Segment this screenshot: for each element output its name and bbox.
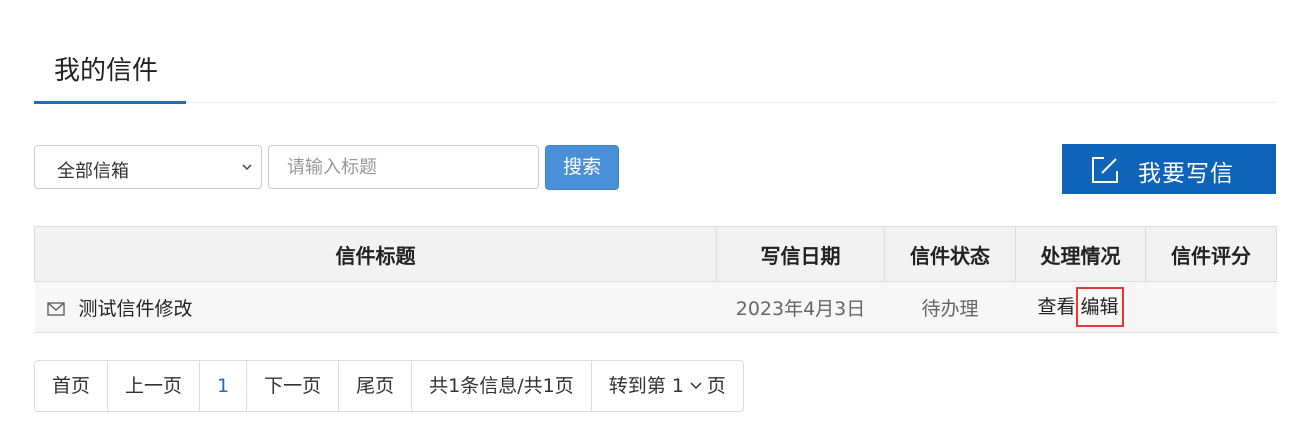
view-link[interactable]: 查看 <box>1037 296 1075 318</box>
pager-summary: 共1条信息/共1页 <box>411 361 591 411</box>
edit-icon <box>1092 157 1118 183</box>
letter-title[interactable]: 测试信件修改 <box>79 298 193 320</box>
table-row: 测试信件修改 2023年4月3日 待办理 查看 编辑 <box>34 281 1277 333</box>
mail-icon <box>46 301 65 316</box>
pager-goto-prefix: 转到第 <box>608 375 666 397</box>
letters-table: 信件标题 写信日期 信件状态 处理情况 信件评分 测试信件修改 2023年4月3… <box>34 226 1277 333</box>
edit-link[interactable]: 编辑 <box>1075 287 1124 327</box>
pager-next[interactable]: 下一页 <box>246 361 338 411</box>
pager-goto-page-select[interactable]: 1 <box>672 375 684 397</box>
column-header-handling: 处理情况 <box>1015 226 1146 282</box>
search-input[interactable] <box>268 145 539 189</box>
letter-date: 2023年4月3日 <box>716 281 885 333</box>
pagination: 首页 上一页 1 下一页 尾页 共1条信息/共1页 转到第 1页 <box>34 360 744 412</box>
pager-first[interactable]: 首页 <box>35 361 107 411</box>
chevron-down-icon[interactable] <box>690 381 702 391</box>
pager-goto-suffix: 页 <box>706 375 726 397</box>
tab-bar: 我的信件 <box>34 40 1276 104</box>
column-header-title: 信件标题 <box>34 226 717 282</box>
active-tab-underline <box>34 101 186 104</box>
chevron-down-icon <box>242 164 252 171</box>
column-header-status: 信件状态 <box>884 226 1016 282</box>
mailbox-select-value: 全部信箱 <box>57 161 129 182</box>
letter-score <box>1145 281 1277 333</box>
tab-my-letters[interactable]: 我的信件 <box>54 50 158 87</box>
letter-status: 待办理 <box>884 281 1016 333</box>
column-header-date: 写信日期 <box>716 226 885 282</box>
write-letter-label: 我要写信 <box>1138 161 1234 187</box>
pager-goto[interactable]: 转到第 1页 <box>590 361 743 411</box>
column-header-score: 信件评分 <box>1145 226 1277 282</box>
pager-last[interactable]: 尾页 <box>338 361 411 411</box>
letter-actions: 查看 编辑 <box>1015 281 1146 333</box>
search-button[interactable]: 搜索 <box>545 145 619 190</box>
letter-title-cell[interactable]: 测试信件修改 <box>34 281 717 333</box>
pager-current-page[interactable]: 1 <box>199 361 246 411</box>
mailbox-select[interactable]: 全部信箱 <box>34 145 262 189</box>
pager-prev[interactable]: 上一页 <box>107 361 199 411</box>
write-letter-button[interactable]: 我要写信 <box>1062 144 1276 194</box>
table-header-row: 信件标题 写信日期 信件状态 处理情况 信件评分 <box>34 226 1277 282</box>
